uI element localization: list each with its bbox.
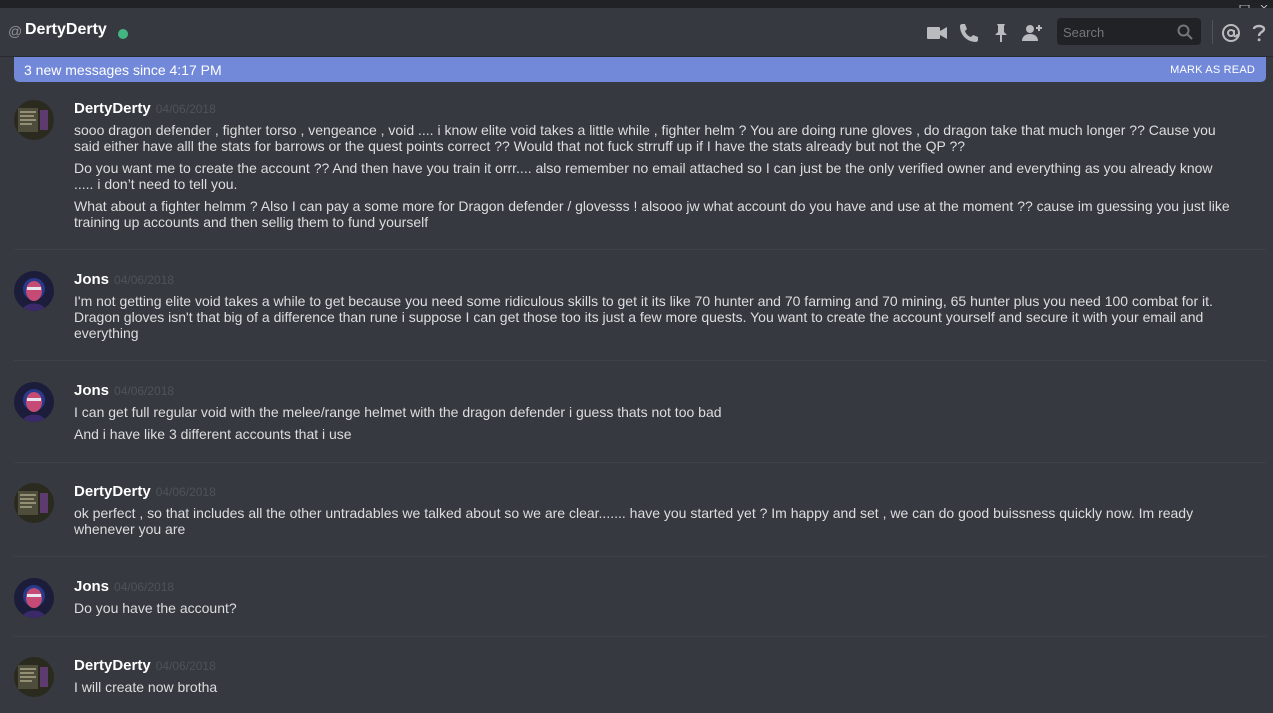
author-name[interactable]: DertyDerty — [74, 100, 151, 117]
window-titlebar — [0, 0, 1273, 12]
message-divider — [14, 636, 1266, 637]
message-timestamp: 04/06/2018 — [155, 485, 216, 499]
message-text: I will create now brotha — [74, 679, 218, 695]
message-text: ok perfect , so that includes all the ot… — [74, 505, 1194, 537]
message-text: And i have like 3 different accounts tha… — [74, 426, 352, 442]
message-divider — [14, 462, 1266, 463]
online-status-indicator — [118, 29, 128, 39]
new-messages-text: 3 new messages since 4:17 PM — [24, 62, 222, 78]
search-placeholder: Search — [1063, 25, 1105, 40]
window-maximize-icon[interactable] — [1238, 0, 1252, 12]
mark-as-read-button[interactable]: MARK AS READ — [1170, 64, 1255, 76]
author-name[interactable]: DertyDerty — [74, 483, 151, 500]
message-divider — [14, 556, 1266, 557]
message-text: Do you have the account? — [74, 600, 237, 616]
dm-username[interactable]: DertyDerty — [25, 21, 107, 39]
voice-call-icon[interactable] — [958, 22, 980, 44]
header-divider — [1212, 20, 1213, 44]
message-timestamp: 04/06/2018 — [114, 384, 175, 398]
message-text: I can get full regular void with the mel… — [74, 404, 722, 420]
author-name[interactable]: Jons — [74, 271, 109, 288]
message-author[interactable]: Jons 04/06/2018 — [74, 578, 174, 595]
search-input[interactable]: Search — [1057, 18, 1201, 45]
message-timestamp: 04/06/2018 — [114, 273, 175, 287]
message-author[interactable]: DertyDerty 04/06/2018 — [74, 657, 216, 674]
message-text: What about a fighter helmm ? Also I can … — [74, 198, 1230, 230]
new-messages-bar[interactable]: 3 new messages since 4:17 PM MARK AS REA… — [14, 57, 1266, 82]
message-text: I'm not getting elite void takes a while… — [74, 293, 1213, 341]
avatar[interactable] — [14, 100, 54, 140]
message-text: Do you want me to create the account ?? … — [74, 160, 1213, 192]
avatar[interactable] — [14, 271, 54, 311]
message-text: sooo dragon defender , fighter torso , v… — [74, 122, 1216, 154]
message-author[interactable]: Jons 04/06/2018 — [74, 382, 174, 399]
message-divider — [14, 360, 1266, 361]
pin-icon[interactable] — [990, 22, 1012, 44]
message-timestamp: 04/06/2018 — [155, 659, 216, 673]
mention-icon[interactable] — [1220, 22, 1242, 44]
avatar[interactable] — [14, 483, 54, 523]
avatar[interactable] — [14, 382, 54, 422]
message-timestamp: 04/06/2018 — [155, 102, 216, 116]
author-name[interactable]: DertyDerty — [74, 657, 151, 674]
message-author[interactable]: DertyDerty 04/06/2018 — [74, 100, 216, 117]
message-timestamp: 04/06/2018 — [114, 580, 175, 594]
avatar[interactable] — [14, 578, 54, 618]
window-close-icon[interactable] — [1258, 0, 1272, 12]
add-friend-icon[interactable] — [1021, 22, 1043, 44]
at-icon: @ — [8, 23, 23, 39]
message-divider — [14, 249, 1266, 250]
channel-header: @ DertyDerty Search — [0, 8, 1273, 56]
video-call-icon[interactable] — [926, 22, 948, 44]
author-name[interactable]: Jons — [74, 382, 109, 399]
message-author[interactable]: Jons 04/06/2018 — [74, 271, 174, 288]
search-icon[interactable] — [1177, 24, 1193, 40]
help-icon[interactable] — [1251, 22, 1267, 44]
avatar[interactable] — [14, 657, 54, 697]
author-name[interactable]: Jons — [74, 578, 109, 595]
message-author[interactable]: DertyDerty 04/06/2018 — [74, 483, 216, 500]
